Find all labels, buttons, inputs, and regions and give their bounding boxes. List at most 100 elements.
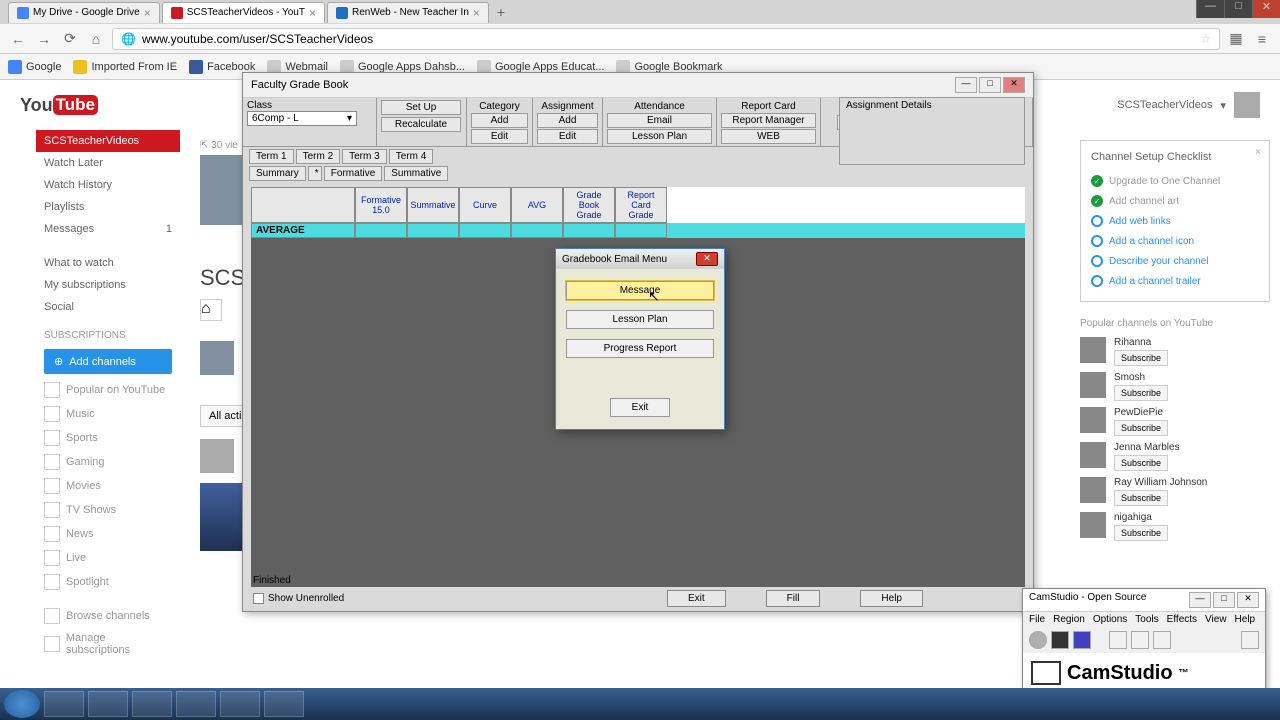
email-button[interactable]: Email [607,113,712,128]
channel-avatar[interactable] [1080,477,1106,503]
sidebar-item[interactable]: Messages1 [36,218,180,240]
cam-minimize[interactable]: — [1189,592,1211,608]
manage-subs[interactable]: Manage subscriptions [36,628,180,660]
cam-tool-icon[interactable] [1109,631,1127,649]
col-avg[interactable]: AVG [511,187,563,223]
browse-channels[interactable]: Browse channels [36,604,180,628]
home-tab-icon[interactable]: ⌂ [200,299,222,321]
show-unenrolled-checkbox[interactable]: Show Unenrolled [253,593,344,604]
message-button[interactable]: Message [566,281,714,300]
checklist-item[interactable]: ✓Add channel art [1091,191,1259,211]
taskbar-ie-icon[interactable] [176,691,216,717]
sidebar-item[interactable]: Watch History [36,174,180,196]
forward-button[interactable]: → [34,29,54,49]
category-add[interactable]: Add [471,113,528,128]
sub-category[interactable]: Sports [36,426,180,450]
channel-avatar[interactable] [1080,442,1106,468]
lesson-plan-button[interactable]: Lesson Plan [566,310,714,329]
stop-button[interactable] [1073,631,1091,649]
sub-category[interactable]: Popular on YouTube [36,378,180,402]
taskbar-app-icon[interactable] [220,691,260,717]
cam-tool-icon[interactable] [1241,631,1259,649]
gb-maximize[interactable]: □ [979,77,1001,93]
sidebar-item[interactable]: Social [36,296,180,318]
col-formative[interactable]: Formative15.0 [355,187,407,223]
bookmark-star-icon[interactable]: ☆ [1200,32,1211,46]
exit-button[interactable]: Exit [610,398,670,417]
progress-report-button[interactable]: Progress Report [566,339,714,358]
menu-item[interactable]: View [1205,614,1227,625]
checklist-item[interactable]: Add a channel icon [1091,231,1259,251]
subscribe-button[interactable]: Subscribe [1114,455,1168,471]
email-dialog-close[interactable]: ✕ [696,252,718,266]
channel-name[interactable]: PewDiePie [1114,407,1168,418]
assignment-add[interactable]: Add [537,113,598,128]
help-button[interactable]: Help [860,590,923,607]
taskbar-app-icon[interactable] [264,691,304,717]
menu-item[interactable]: Effects [1167,614,1197,625]
sub-category[interactable]: Gaming [36,450,180,474]
uploader-avatar[interactable] [200,439,234,473]
sidebar-item[interactable]: My subscriptions [36,274,180,296]
taskbar-chrome-icon[interactable] [132,691,172,717]
checklist-item[interactable]: ✓Upgrade to One Channel [1091,171,1259,191]
sidebar-item[interactable]: Playlists [36,196,180,218]
class-dropdown[interactable]: 6Comp - L [247,111,357,126]
col-summative[interactable]: Summative [407,187,459,223]
record-button[interactable] [1029,631,1047,649]
browser-tab-2[interactable]: RenWeb - New Teacher In× [327,2,489,23]
checklist-item[interactable]: Add web links [1091,211,1259,231]
subscribe-button[interactable]: Subscribe [1114,385,1168,401]
home-button[interactable]: ⌂ [86,29,106,49]
channel-avatar[interactable] [1080,372,1106,398]
menu-icon[interactable]: ≡ [1252,29,1272,49]
sidebar-item[interactable]: What to watch [36,252,180,274]
taskbar-explorer-icon[interactable] [44,691,84,717]
menu-item[interactable]: File [1029,614,1045,625]
report-manager-button[interactable]: Report Manager [721,113,816,128]
channel-avatar[interactable] [1080,512,1106,538]
extensions-icon[interactable]: ▦ [1226,29,1246,49]
sub-category[interactable]: Spotlight [36,570,180,594]
tab-close[interactable]: × [144,6,151,20]
exit-button[interactable]: Exit [667,590,726,607]
sub-category[interactable]: Movies [36,474,180,498]
tab-close[interactable]: × [473,6,480,20]
window-close[interactable]: ✕ [1252,0,1280,18]
setup-button[interactable]: Set Up [381,100,461,115]
sidebar-item[interactable]: Watch Later [36,152,180,174]
channel-name[interactable]: Ray William Johnson [1114,477,1207,488]
col-gradebook[interactable]: GradeBookGrade [563,187,615,223]
cam-tool-icon[interactable] [1131,631,1149,649]
lesson-plan-button[interactable]: Lesson Plan [607,129,712,144]
subscribe-button[interactable]: Subscribe [1114,350,1168,366]
menu-item[interactable]: Region [1053,614,1085,625]
gb-close[interactable]: ✕ [1003,77,1025,93]
bookmark-item[interactable]: Google [8,60,61,74]
col-reportcard[interactable]: ReportCardGrade [615,187,667,223]
recalculate-button[interactable]: Recalculate [381,117,461,132]
col-curve[interactable]: Curve [459,187,511,223]
bookmark-item[interactable]: Imported From IE [73,60,177,74]
fill-button[interactable]: Fill [766,590,821,607]
cam-close[interactable]: ✕ [1237,592,1259,608]
yt-user-menu[interactable]: SCSTeacherVideos▾ [1117,92,1260,118]
channel-name[interactable]: nigahiga [1114,512,1168,523]
url-bar[interactable]: 🌐www.youtube.com/user/SCSTeacherVideos☆ [112,28,1220,50]
gb-minimize[interactable]: — [955,77,977,93]
checklist-item[interactable]: Describe your channel [1091,251,1259,271]
term-tab[interactable]: Term 4 [389,149,434,164]
subtab[interactable]: Formative [324,166,382,181]
channel-name[interactable]: Smosh [1114,372,1168,383]
subscribe-button[interactable]: Subscribe [1114,420,1168,436]
assignment-edit[interactable]: Edit [537,129,598,144]
back-button[interactable]: ← [8,29,28,49]
gradebook-titlebar[interactable]: Faculty Grade Book — □ ✕ [243,73,1033,98]
menu-item[interactable]: Help [1235,614,1256,625]
checklist-close[interactable]: × [1255,147,1261,158]
subtab[interactable]: * [308,166,322,181]
web-button[interactable]: WEB [721,129,816,144]
browser-tab-1[interactable]: SCSTeacherVideos - YouT× [162,2,325,23]
sub-category[interactable]: TV Shows [36,498,180,522]
channel-name[interactable]: Rihanna [1114,337,1168,348]
